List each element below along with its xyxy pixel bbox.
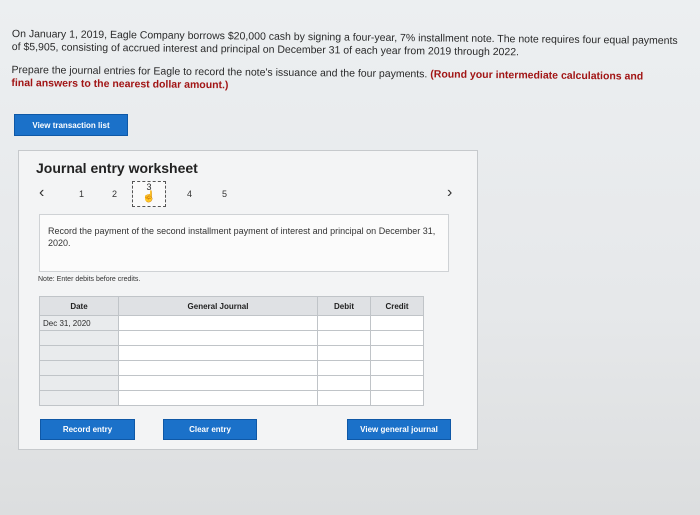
view-transaction-list-button[interactable]: View transaction list: [14, 114, 128, 136]
problem-paragraph-2: Prepare the journal entries for Eagle to…: [11, 63, 644, 92]
account-input[interactable]: [118, 360, 318, 376]
date-header: Date: [39, 296, 119, 316]
debit-input[interactable]: [317, 315, 371, 331]
credit-input[interactable]: [370, 345, 424, 361]
account-input[interactable]: [118, 330, 318, 346]
credit-input[interactable]: [370, 360, 424, 376]
date-cell: [39, 330, 119, 346]
date-cell: Dec 31, 2020: [39, 315, 119, 331]
debit-input[interactable]: [317, 345, 371, 361]
date-cell: [39, 390, 119, 406]
step-3-active[interactable]: 3 ☝: [132, 181, 166, 207]
journal-table: Date General Journal Debit Credit Dec 31…: [39, 296, 424, 406]
credit-input[interactable]: [370, 375, 424, 391]
credit-input[interactable]: [370, 330, 424, 346]
entry-note: Note: Enter debits before credits.: [38, 276, 141, 283]
account-input[interactable]: [118, 375, 318, 391]
date-cell: [39, 345, 119, 361]
general-journal-header: General Journal: [118, 296, 318, 316]
instruction-box: Record the payment of the second install…: [39, 214, 449, 272]
table-row: [39, 345, 424, 361]
credit-input[interactable]: [370, 315, 424, 331]
journal-entry-worksheet: Journal entry worksheet ‹ 1 2 3 ☝ 4 5 › …: [18, 150, 478, 450]
account-input[interactable]: [118, 315, 318, 331]
step-2[interactable]: 2: [112, 189, 117, 199]
debit-input[interactable]: [317, 390, 371, 406]
worksheet-title: Journal entry worksheet: [36, 160, 198, 176]
table-row: [39, 390, 424, 406]
debit-input[interactable]: [317, 375, 371, 391]
prev-arrow-icon[interactable]: ‹: [39, 184, 44, 202]
step-1[interactable]: 1: [79, 189, 84, 199]
table-row: Dec 31, 2020: [39, 315, 424, 331]
hand-cursor-icon: ☝: [142, 191, 156, 203]
table-row: [39, 375, 424, 391]
credit-input[interactable]: [370, 390, 424, 406]
debit-input[interactable]: [317, 360, 371, 376]
date-cell: [39, 360, 119, 376]
problem-text: On January 1, 2019, Eagle Company borrow…: [11, 28, 682, 107]
date-cell: [39, 375, 119, 391]
account-input[interactable]: [118, 345, 318, 361]
table-row: [39, 360, 424, 376]
view-general-journal-button[interactable]: View general journal: [347, 419, 451, 440]
table-row: [39, 330, 424, 346]
step-5[interactable]: 5: [222, 189, 227, 199]
debit-input[interactable]: [317, 330, 371, 346]
debit-header: Debit: [317, 296, 371, 316]
record-entry-button[interactable]: Record entry: [40, 419, 135, 440]
account-input[interactable]: [118, 390, 318, 406]
problem-paragraph-1: On January 1, 2019, Eagle Company borrow…: [11, 28, 678, 59]
step-4[interactable]: 4: [187, 189, 192, 199]
next-arrow-icon[interactable]: ›: [447, 184, 452, 202]
instruction-text: Record the payment of the second install…: [48, 226, 436, 248]
clear-entry-button[interactable]: Clear entry: [163, 419, 257, 440]
credit-header: Credit: [370, 296, 424, 316]
